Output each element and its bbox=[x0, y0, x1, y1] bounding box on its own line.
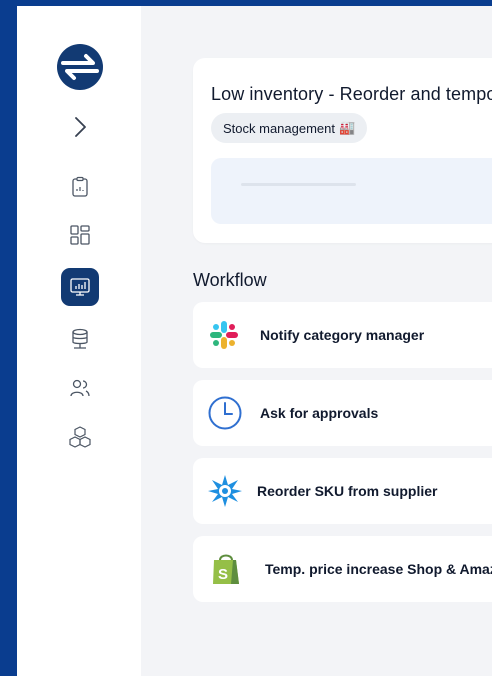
shopify-bag-icon: S bbox=[213, 554, 239, 584]
step-label: Reorder SKU from supplier bbox=[257, 483, 438, 499]
dashboard-grid-icon bbox=[70, 225, 90, 245]
workflow-step-notify[interactable]: Notify category manager bbox=[193, 302, 492, 368]
users-icon bbox=[70, 379, 90, 397]
starburst-icon bbox=[208, 475, 242, 507]
app-window: Low inventory - Reorder and temporarily … bbox=[17, 6, 492, 676]
clipboard-icon bbox=[72, 176, 88, 197]
placeholder-line bbox=[241, 183, 356, 186]
brand-logo-icon[interactable] bbox=[57, 44, 103, 90]
step-label: Notify category manager bbox=[260, 327, 425, 343]
sidebar-item-monitor-active[interactable] bbox=[61, 268, 99, 306]
workflow-step-reorder[interactable]: Reorder SKU from supplier bbox=[193, 458, 492, 524]
workflow-step-price-increase[interactable]: S Temp. price increase Shop & Amazon bbox=[193, 536, 492, 602]
svg-text:S: S bbox=[218, 566, 228, 583]
step-label: Ask for approvals bbox=[260, 405, 379, 421]
sidebar-item-clipboard[interactable] bbox=[67, 174, 93, 200]
chevron-right-icon[interactable] bbox=[69, 114, 91, 140]
tag-label: Stock management bbox=[223, 120, 336, 136]
card-preview-panel bbox=[211, 158, 492, 224]
sidebar-item-cubes[interactable] bbox=[67, 424, 93, 450]
sidebar bbox=[17, 6, 141, 676]
clock-icon bbox=[208, 396, 242, 430]
factory-emoji-icon: 🏭 bbox=[339, 120, 356, 135]
automation-card[interactable]: Low inventory - Reorder and temporarily … bbox=[193, 58, 492, 243]
sidebar-item-database[interactable] bbox=[67, 326, 93, 352]
step-label: Temp. price increase Shop & Amazon bbox=[265, 561, 492, 577]
cubes-icon bbox=[69, 426, 91, 448]
sidebar-item-dashboard[interactable] bbox=[67, 222, 93, 248]
database-icon bbox=[72, 328, 88, 349]
automation-title: Low inventory - Reorder and temporarily … bbox=[211, 84, 492, 104]
monitor-chart-icon bbox=[70, 278, 90, 296]
workflow-step-approvals[interactable]: Ask for approvals bbox=[193, 380, 492, 446]
main-content: Low inventory - Reorder and temporarily … bbox=[141, 6, 492, 676]
category-tag[interactable]: Stock management 🏭 bbox=[211, 113, 368, 143]
slack-icon bbox=[210, 321, 238, 349]
workflow-heading: Workflow bbox=[193, 270, 267, 290]
sidebar-item-users[interactable] bbox=[67, 375, 93, 401]
